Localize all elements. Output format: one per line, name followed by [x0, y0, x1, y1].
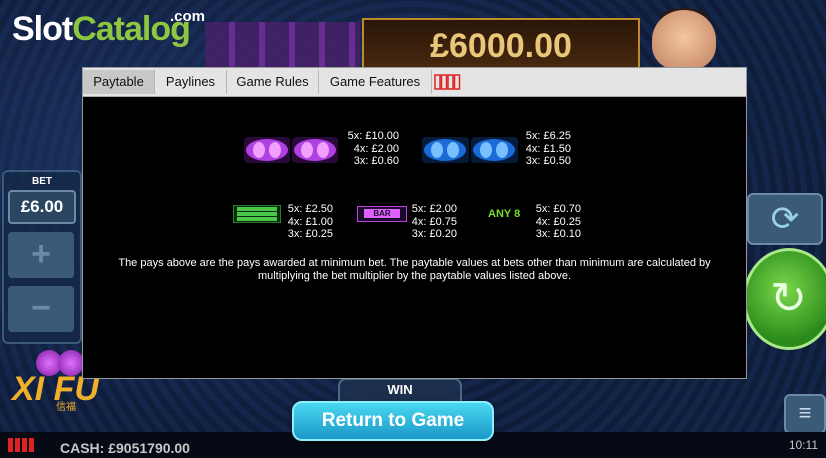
- bet-value: £6.00: [8, 190, 76, 224]
- bet-panel: BET £6.00 + −: [2, 170, 82, 344]
- return-to-game-button[interactable]: Return to Game: [292, 401, 494, 441]
- single-bar-text: BAR: [364, 209, 400, 218]
- slotcatalog-watermark: SlotCatalog .com: [12, 8, 205, 49]
- bet-decrease-button[interactable]: −: [8, 286, 74, 332]
- pay-4x: 4x: £0.25: [535, 215, 581, 228]
- purple-eight-symbol-icon: [244, 137, 338, 163]
- tab-paytable[interactable]: Paytable: [83, 70, 155, 94]
- provider-logo-icon[interactable]: [432, 71, 462, 93]
- dialog-tabbar: Paytable Paylines Game Rules Game Featur…: [83, 68, 746, 97]
- jackpot-amount: £6000.00: [430, 27, 572, 65]
- any-eight-label: ANY 8: [488, 208, 521, 220]
- pay-4x: 4x: £1.00: [287, 215, 333, 228]
- purple-eight-pays: 5x: £10.00 4x: £2.00 3x: £0.60: [339, 130, 399, 168]
- logo-slot-text: Slot: [12, 10, 73, 48]
- slot-reels-background: [205, 22, 360, 68]
- cash-balance: CASH: £9051790.00: [60, 440, 190, 456]
- bet-label: BET: [32, 176, 52, 187]
- pay-4x: 4x: £0.75: [411, 215, 457, 228]
- mascot-character: [652, 10, 716, 70]
- provider-logo-icon: [8, 438, 34, 452]
- blue-eight-symbol-icon: [422, 137, 518, 163]
- any-eight-pays: 5x: £0.70 4x: £0.25 3x: £0.10: [529, 203, 581, 241]
- game-logo-subtitle: 信福: [56, 402, 76, 413]
- pay-5x: 5x: £2.50: [287, 203, 333, 215]
- pay-5x: 5x: £2.00: [411, 203, 457, 215]
- win-label: WIN: [387, 382, 413, 397]
- pay-3x: 3x: £0.25: [287, 228, 333, 240]
- pay-3x: 3x: £0.50: [525, 155, 571, 167]
- pay-3x: 3x: £0.10: [535, 228, 581, 240]
- refresh-icon: ⟳: [770, 200, 800, 238]
- autoplay-button[interactable]: ⟳: [747, 193, 823, 245]
- triple-bar-symbol-icon: [233, 205, 281, 223]
- pay-5x: 5x: £0.70: [535, 203, 581, 215]
- single-bar-symbol-icon: BAR: [357, 206, 407, 222]
- triple-bar-pays: 5x: £2.50 4x: £1.00 3x: £0.25: [281, 203, 333, 241]
- blue-eight-pays: 5x: £6.25 4x: £1.50 3x: £0.50: [515, 130, 571, 168]
- tab-paylines[interactable]: Paylines: [155, 70, 227, 94]
- menu-button[interactable]: ≡: [784, 394, 826, 434]
- hamburger-icon: ≡: [798, 400, 812, 425]
- bet-increase-button[interactable]: +: [8, 232, 74, 278]
- paytable-dialog: Paytable Paylines Game Rules Game Featur…: [82, 67, 747, 379]
- tab-game-rules[interactable]: Game Rules: [227, 70, 319, 94]
- single-bar-pays: 5x: £2.00 4x: £0.75 3x: £0.20: [405, 203, 457, 241]
- logo-suffix-text: .com: [170, 8, 206, 25]
- jackpot-display: £6000.00: [362, 18, 640, 74]
- clock-time: 10:11: [788, 438, 818, 452]
- tab-game-features[interactable]: Game Features: [319, 70, 432, 94]
- pay-3x: 3x: £0.20: [411, 228, 457, 240]
- paytable-note: The pays above are the pays awarded at m…: [118, 257, 711, 282]
- pay-5x: 5x: £6.25: [525, 130, 571, 142]
- pay-3x: 3x: £0.60: [353, 155, 399, 167]
- spin-arrow-icon: ↻: [770, 274, 807, 323]
- pay-5x: 5x: £10.00: [347, 130, 399, 142]
- pay-4x: 4x: £1.50: [525, 142, 571, 155]
- paytable-content: 5x: £10.00 4x: £2.00 3x: £0.60 5x: £6.25…: [83, 97, 746, 377]
- spin-button[interactable]: ↻: [743, 248, 826, 350]
- pay-4x: 4x: £2.00: [353, 142, 399, 155]
